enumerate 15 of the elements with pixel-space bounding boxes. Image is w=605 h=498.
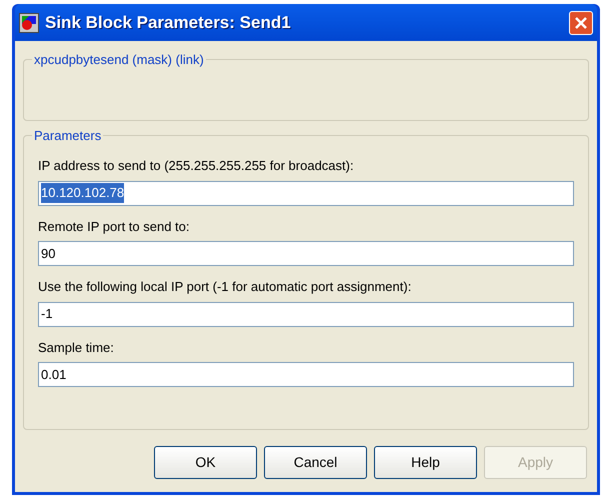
block-icon [19,12,39,32]
close-icon [574,16,588,30]
field-label: Sample time: [38,338,115,357]
input-field[interactable]: 10.120.102.78 [38,180,574,206]
input-field[interactable]: 0.01 [38,362,574,387]
input-field[interactable]: 90 [38,241,574,266]
close-button[interactable] [569,10,593,34]
dialog-button[interactable]: Help [374,446,477,479]
input-field[interactable]: -1 [38,302,574,326]
dialog-button[interactable]: Cancel [264,446,367,479]
field-label: Use the following local IP port (-1 for automatic port assignment): [38,278,412,296]
window-title: Sink Block Parameters: Send1 [45,12,292,34]
field-label: IP address to send to (255.255.255.255 for broadcast): [38,157,355,175]
dialog-button[interactable]: OK [154,446,257,479]
field-label: Remote IP port to send to: [38,218,191,236]
